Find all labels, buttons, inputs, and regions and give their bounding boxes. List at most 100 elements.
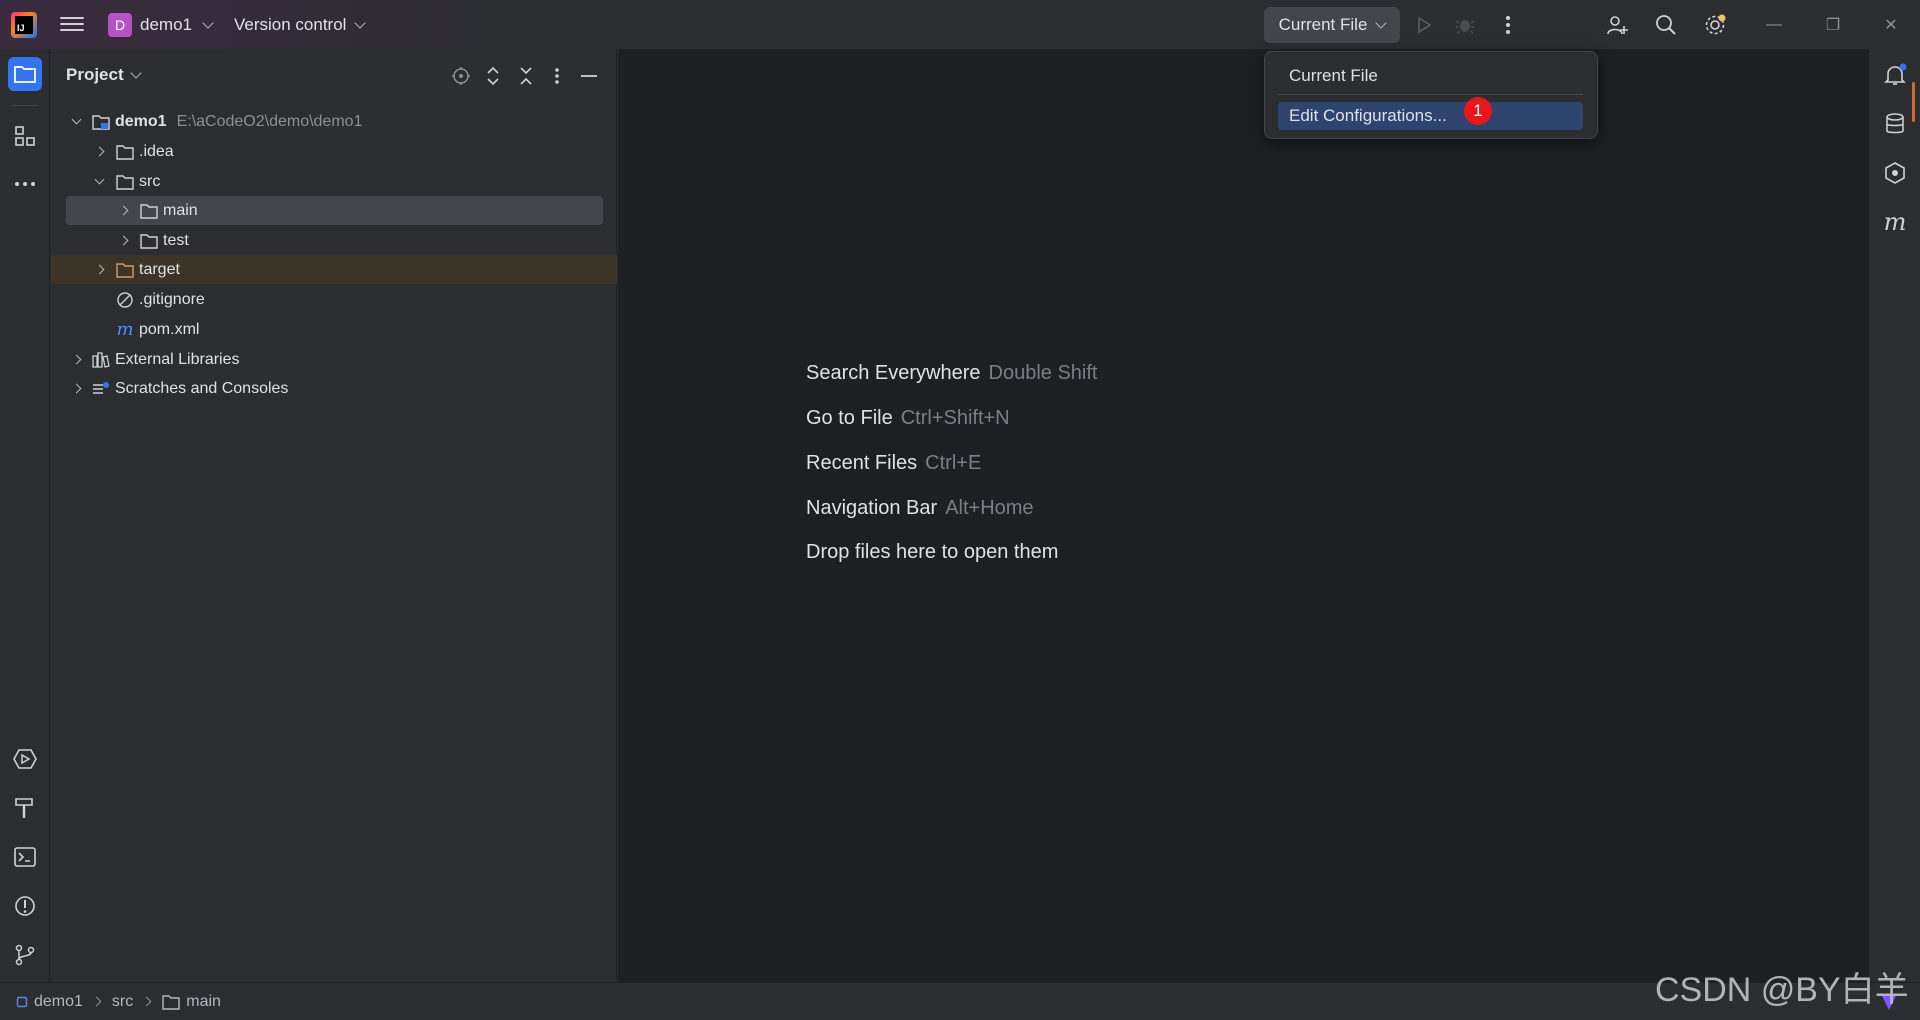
expand-arrow-icon[interactable] [69,353,83,367]
tree-item-idea[interactable]: .idea [51,137,617,166]
close-window-icon[interactable]: ✕ [1876,12,1906,38]
scratches-icon [92,381,110,397]
hint-go-to-file: Go to File Ctrl+Shift+N [806,407,1010,430]
project-tool-window: Project demo1 E:\aCodeO2\demo\demo1 .ide… [51,49,617,982]
module-icon [16,996,28,1007]
project-badge: D [108,13,132,37]
tree-item-demo1[interactable]: demo1 E:\aCodeO2\demo\demo1 [51,107,617,136]
more-actions-icon[interactable] [1495,12,1521,38]
breadcrumb-separator-icon [91,996,102,1007]
problems-icon[interactable] [8,889,42,923]
run-configuration-selector[interactable]: Current File [1264,7,1400,43]
left-tool-window-bar [0,49,50,982]
debug-icon[interactable] [1452,12,1478,38]
search-icon[interactable] [1653,12,1679,38]
title-bar: IJ D demo1 Version control Current File … [0,0,1920,49]
right-tool-window-bar: m [1868,49,1920,982]
hint-navigation-bar: Navigation Bar Alt+Home [806,497,1034,520]
structure-tool-window-icon[interactable] [8,119,42,153]
restore-window-icon[interactable]: ❐ [1818,12,1848,38]
project-panel-header: Project [51,49,617,101]
tree-item-external-libraries[interactable]: External Libraries [51,345,617,374]
chevron-down-icon [129,67,142,79]
hint-recent-files: Recent Files Ctrl+E [806,452,981,475]
terminal-icon[interactable] [8,840,42,874]
collapse-arrow-icon[interactable] [69,114,83,129]
expand-arrow-icon[interactable] [116,234,130,248]
hint-shortcut: Double Shift [988,362,1098,384]
hint-action: Search Everywhere [806,362,981,384]
build-hammer-icon[interactable] [8,791,42,825]
tree-item-label: test [163,231,189,249]
expand-arrow-icon[interactable] [92,263,106,277]
expand-arrow-icon[interactable] [69,382,83,396]
tree-item-main[interactable]: main [66,196,603,225]
breadcrumb-src[interactable]: src [112,993,133,1011]
editor-area: Search Everywhere Double Shift Go to File… [618,49,1868,982]
settings-gear-icon[interactable] [1702,12,1728,38]
tree-item-gitignore[interactable]: .gitignore [51,285,617,314]
project-view-selector[interactable]: Project [66,65,142,85]
main-menu-icon[interactable] [60,13,84,35]
breadcrumb-label: src [111,992,134,1010]
maven-tool-window-icon[interactable]: m [1879,206,1911,238]
tree-item-pom[interactable]: m pom.xml [51,315,617,344]
library-icon [92,351,110,368]
tree-item-label: demo1 [115,112,167,130]
expand-all-icon[interactable] [481,64,505,88]
folder-icon [140,233,158,249]
version-control-label: Version control [234,15,347,34]
code-with-me-icon[interactable] [1604,12,1630,38]
minimize-window-icon[interactable]: — [1759,12,1789,38]
services-icon[interactable] [8,742,42,776]
tree-item-test[interactable]: test [51,226,617,255]
hint-search-everywhere: Search Everywhere Double Shift [806,362,1098,385]
select-opened-file-icon[interactable] [449,64,473,88]
ai-assistant-icon[interactable] [1879,157,1911,189]
chevron-down-icon [1375,17,1388,29]
collapse-arrow-icon[interactable] [92,174,106,189]
collapse-all-icon[interactable] [514,64,538,88]
breadcrumb-label: demo1 [34,992,83,1010]
tree-item-label: External Libraries [115,350,240,368]
tree-item-label: Scratches and Consoles [115,379,289,397]
more-tool-windows-icon[interactable] [8,167,42,201]
hint-action: Go to File [806,407,893,429]
popup-item-label: Current File [1289,66,1378,85]
tree-item-label: .idea [139,142,174,160]
popup-separator [1278,94,1583,95]
ignore-file-icon [116,291,134,308]
status-bar: demo1 src main [0,982,1920,1020]
hint-shortcut: Alt+Home [945,497,1034,519]
module-path: E:\aCodeO2\demo\demo1 [176,112,363,130]
hint-shortcut: Ctrl+E [925,452,982,474]
breadcrumb-demo1[interactable]: demo1 [16,993,83,1011]
tree-item-scratches[interactable]: Scratches and Consoles [51,374,617,403]
popup-item-edit-configurations[interactable]: Edit Configurations... [1278,102,1583,130]
hint-drop-files: Drop files here to open them [806,541,1058,564]
breadcrumb-label: main [186,992,221,1010]
database-icon[interactable] [1879,108,1911,140]
tree-item-target[interactable]: target [51,255,617,284]
run-configuration-popup: Current File Edit Configurations... [1264,51,1598,139]
tree-item-src[interactable]: src [51,167,617,196]
notifications-bell-icon[interactable] [1879,59,1911,91]
git-branch-icon[interactable] [8,938,42,972]
hide-panel-icon[interactable] [577,64,601,88]
run-icon[interactable] [1411,12,1437,38]
breadcrumb-main[interactable]: main [162,993,221,1011]
folder-icon [116,144,134,160]
expand-arrow-icon[interactable] [92,145,106,159]
step-number-badge: 1 [1464,97,1492,125]
hint-action: Navigation Bar [806,497,938,519]
options-icon[interactable] [545,64,569,88]
run-configuration-label: Current File [1278,15,1368,34]
version-control-menu[interactable]: Version control [234,12,367,38]
popup-item-current-file[interactable]: Current File [1278,62,1583,90]
watermark-text: CSDN @BY白羊 [1655,971,1909,1009]
expand-arrow-icon[interactable] [116,204,130,218]
toolbar-separator [12,105,38,106]
project-tool-window-icon[interactable] [8,57,42,91]
intellij-logo-icon: IJ [11,12,37,38]
project-switcher[interactable]: D demo1 [108,12,214,38]
